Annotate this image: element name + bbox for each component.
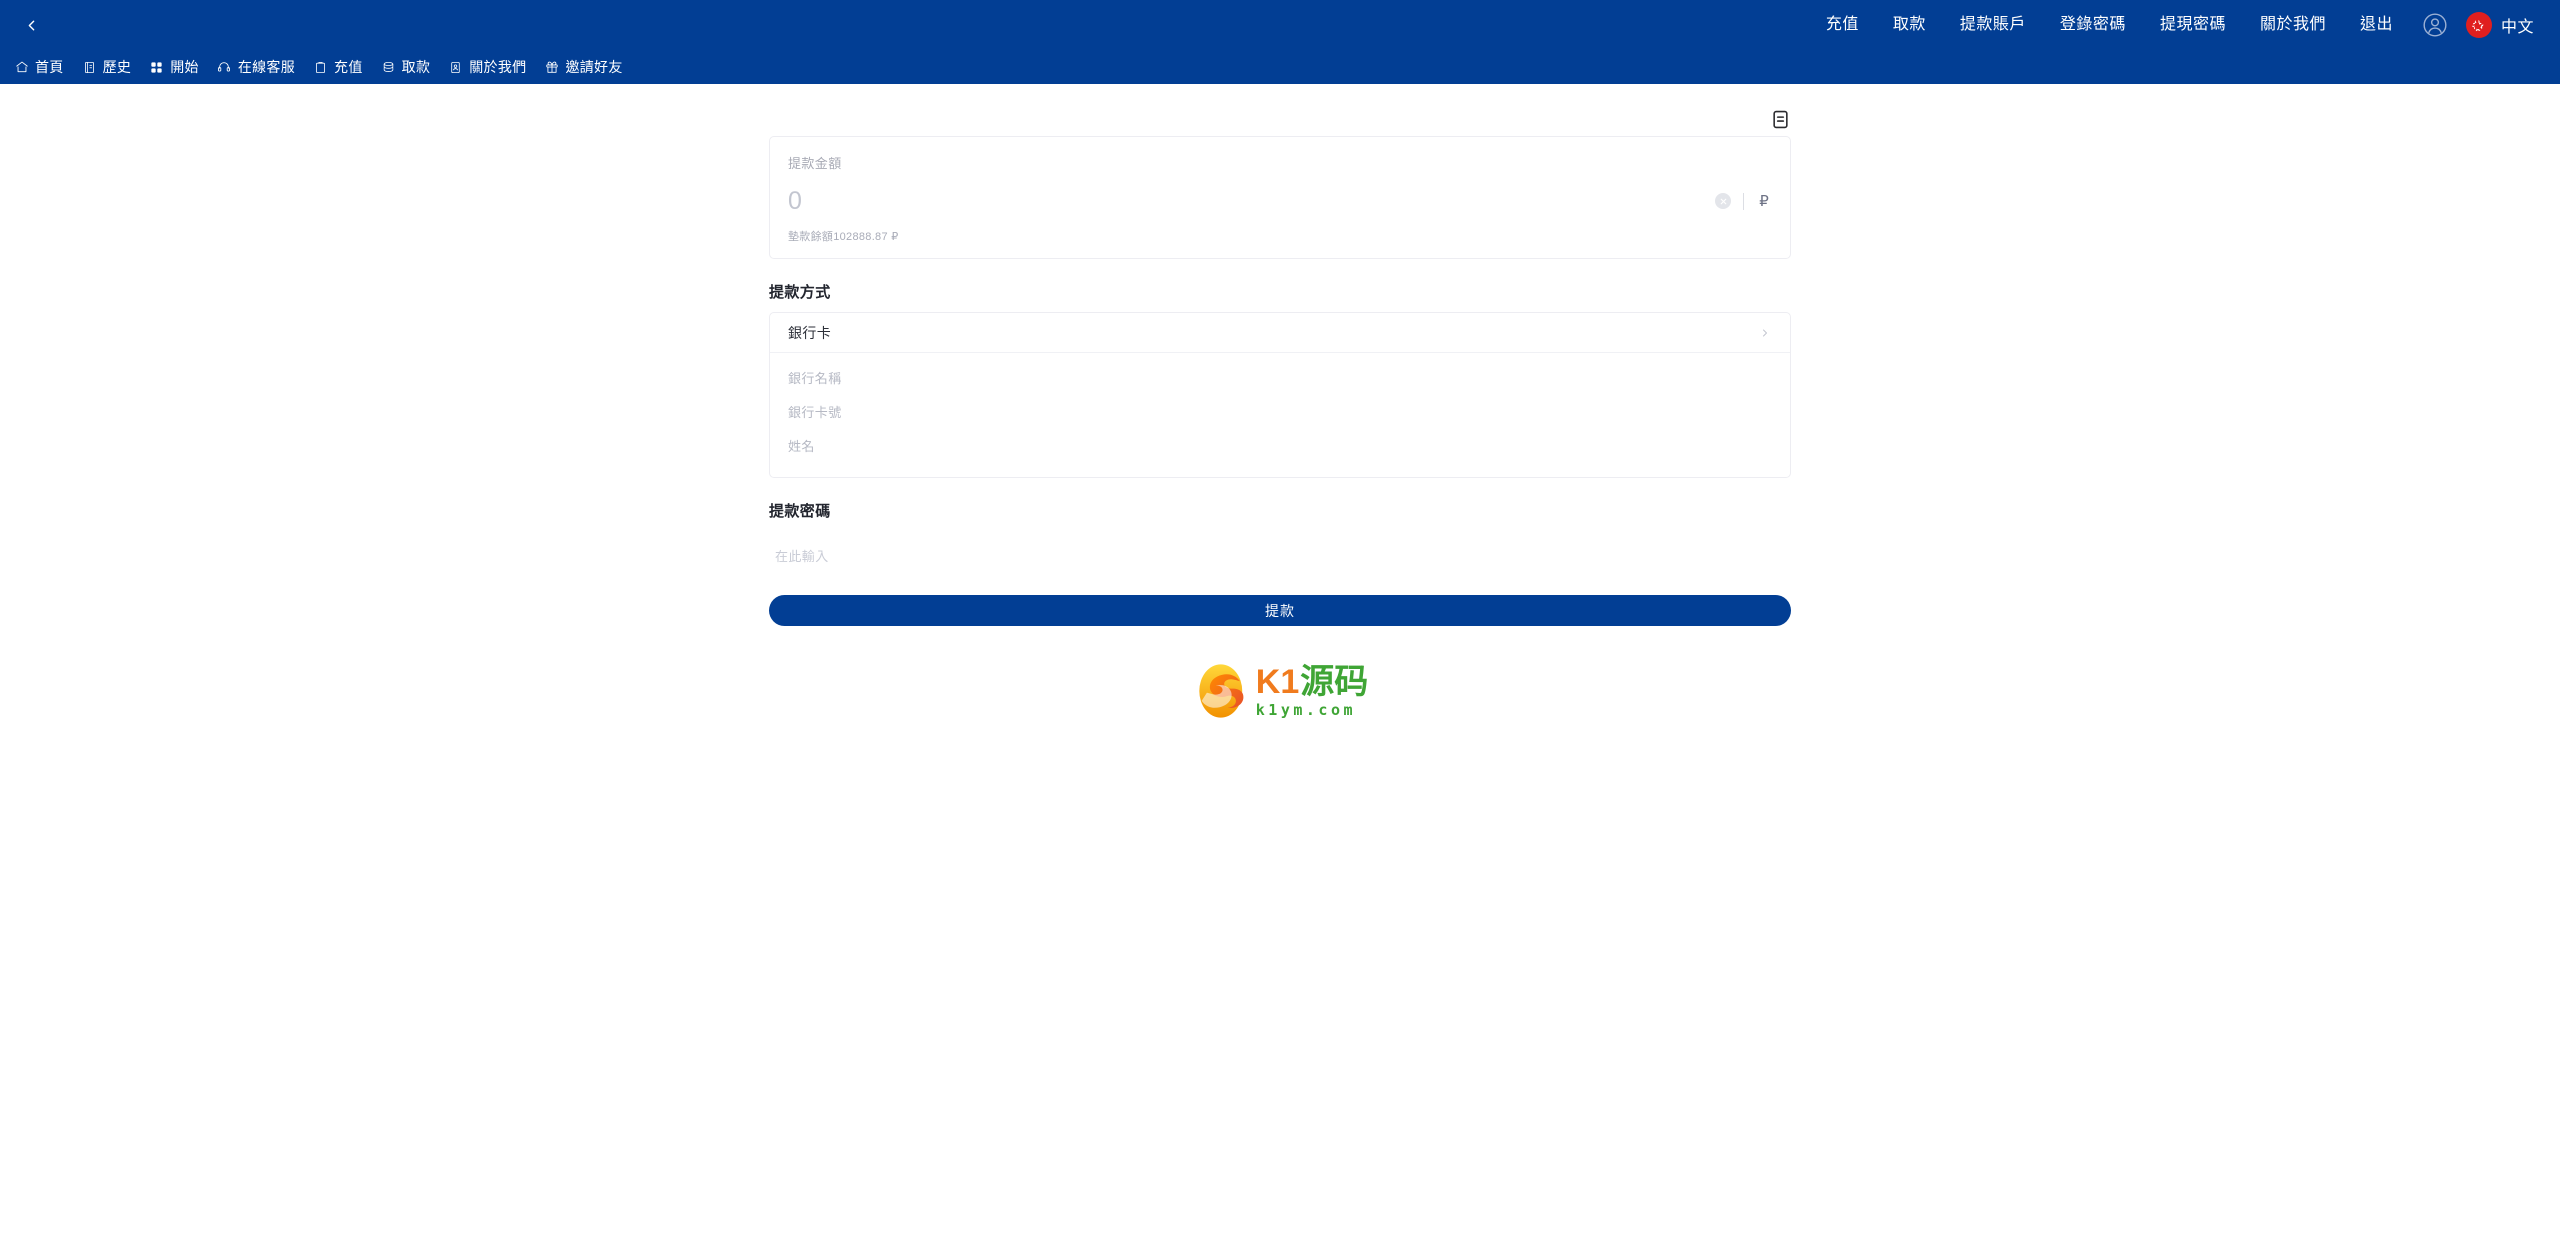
hongkong-flag-icon: [2466, 12, 2492, 38]
top-nav-withdraw-password[interactable]: 提現密碼: [2143, 17, 2243, 33]
bank-detail-fields: [770, 353, 1790, 477]
withdraw-amount-card: 提款金額 0 ₽ 墊款餘額102888.87 ₽: [769, 136, 1791, 259]
chevron-left-icon: [23, 17, 40, 34]
site-watermark-logo: K1 源码 k1ym.com: [1192, 662, 1368, 720]
language-switcher[interactable]: 中文: [2466, 12, 2534, 38]
page-body: 提款金額 0 ₽ 墊款餘額102888.87 ₽ 提款方式 銀行卡: [0, 84, 2560, 1251]
top-nav-login-password[interactable]: 登錄密碼: [2043, 17, 2143, 33]
clear-circle-icon[interactable]: [1715, 193, 1731, 209]
watermark-domain: k1ym.com: [1256, 703, 1368, 718]
withdraw-password-input[interactable]: [775, 545, 1785, 567]
subnav-invite-friends[interactable]: 邀請好友: [540, 57, 636, 77]
subnav-history-label: 歷史: [103, 57, 132, 77]
top-nav-withdraw[interactable]: 取款: [1876, 17, 1943, 33]
home-icon: [14, 60, 29, 75]
top-nav-logout[interactable]: 退出: [2343, 17, 2410, 33]
withdraw-amount-label: 提款金額: [788, 153, 1772, 172]
submit-withdraw-button[interactable]: 提款: [769, 595, 1791, 626]
subnav-start-label: 開始: [170, 57, 199, 77]
secondary-navigation-bar: 首頁 歷史 開始: [0, 50, 2560, 84]
withdraw-method-card: 銀行卡: [769, 312, 1791, 478]
subnav-start[interactable]: 開始: [145, 57, 213, 77]
id-card-icon: [448, 60, 463, 75]
subnav-invite-friends-label: 邀請好友: [565, 57, 622, 77]
chevron-right-icon: [1758, 326, 1772, 340]
top-nav-withdraw-account[interactable]: 提款賬戶: [1943, 17, 2043, 33]
gift-icon: [544, 60, 559, 75]
subnav-withdraw-label: 取款: [402, 57, 431, 77]
top-navigation-bar: 充值 取款 提款賬戶 登錄密碼 提現密碼 關於我們 退出: [0, 0, 2560, 50]
subnav-support-label: 在線客服: [238, 57, 295, 77]
withdraw-method-title: 提款方式: [769, 281, 1813, 302]
language-label: 中文: [2501, 13, 2534, 37]
database-icon: [381, 60, 396, 75]
subnav-home-label: 首頁: [35, 57, 64, 77]
available-balance-text: 墊款餘額102888.87 ₽: [788, 228, 1772, 244]
top-nav-deposit[interactable]: 充值: [1809, 17, 1876, 33]
grid-icon: [149, 60, 164, 75]
top-nav-about-us[interactable]: 關於我們: [2243, 17, 2343, 33]
currency-symbol: ₽: [1756, 192, 1772, 210]
withdraw-method-value: 銀行卡: [788, 323, 1758, 343]
subnav-withdraw[interactable]: 取款: [377, 57, 445, 77]
withdraw-password-title: 提款密碼: [769, 500, 1813, 521]
withdraw-method-selector[interactable]: 銀行卡: [770, 313, 1790, 353]
headset-icon: [217, 60, 232, 75]
account-holder-name-input[interactable]: [788, 437, 1772, 457]
watermark-text: K1 源码 k1ym.com: [1256, 665, 1368, 718]
top-nav-links: 充值 取款 提款賬戶 登錄密碼 提現密碼 關於我們 退出: [1809, 0, 2540, 50]
subnav-about-us[interactable]: 關於我們: [444, 57, 540, 77]
bank-name-input[interactable]: [788, 369, 1772, 389]
subnav-support[interactable]: 在線客服: [213, 57, 309, 77]
back-button[interactable]: [14, 8, 48, 42]
user-avatar-icon[interactable]: [2420, 10, 2450, 40]
record-list-icon[interactable]: [1769, 108, 1791, 130]
watermark-brand-cn: 源码: [1300, 665, 1368, 699]
withdraw-amount-row: 0 ₽: [788, 186, 1772, 216]
withdraw-form-container: 提款金額 0 ₽ 墊款餘額102888.87 ₽ 提款方式 銀行卡: [747, 84, 1813, 626]
subnav-home[interactable]: 首頁: [10, 57, 78, 77]
withdraw-password-wrap: [769, 531, 1791, 567]
clipboard-icon: [313, 60, 328, 75]
watermark-brand-latin: K1: [1256, 665, 1299, 699]
subnav-deposit-label: 充值: [334, 57, 363, 77]
k1ym-logo-mark: [1192, 662, 1250, 720]
withdraw-amount-input[interactable]: 0: [788, 189, 1715, 214]
subnav-history[interactable]: 歷史: [78, 57, 146, 77]
record-icon-row: [747, 102, 1813, 136]
subnav-deposit[interactable]: 充值: [309, 57, 377, 77]
bank-card-number-input[interactable]: [788, 403, 1772, 423]
amount-divider: [1743, 193, 1744, 210]
subnav-about-us-label: 關於我們: [469, 57, 526, 77]
watermark-brand: K1 源码: [1256, 665, 1368, 699]
document-icon: [82, 60, 97, 75]
